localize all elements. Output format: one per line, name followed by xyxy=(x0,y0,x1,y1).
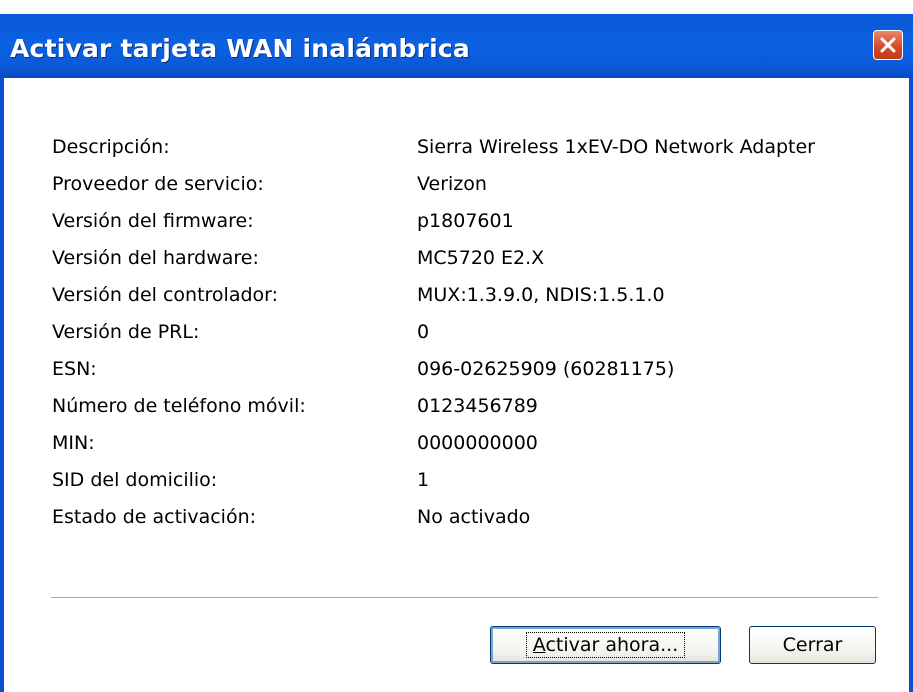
detail-value: No activado xyxy=(417,506,531,528)
detail-label: Proveedor de servicio: xyxy=(52,173,264,195)
dialog-window: Activar tarjeta WAN inalámbrica Descripc… xyxy=(0,0,913,692)
close-dialog-label: Cerrar xyxy=(782,634,843,656)
detail-value: MUX:1.3.9.0, NDIS:1.5.1.0 xyxy=(417,284,665,306)
detail-row-firmware: Versión del firmware: p1807601 xyxy=(4,210,909,240)
detail-row-description: Descripción: Sierra Wireless 1xEV-DO Net… xyxy=(4,136,909,166)
detail-value: 0000000000 xyxy=(417,432,538,454)
detail-row-provider: Proveedor de servicio: Verizon xyxy=(4,173,909,203)
title-bar[interactable]: Activar tarjeta WAN inalámbrica xyxy=(0,14,913,78)
detail-label: SID del domicilio: xyxy=(52,469,218,491)
detail-row-driver: Versión del controlador: MUX:1.3.9.0, ND… xyxy=(4,284,909,314)
detail-value: 0 xyxy=(417,321,430,343)
detail-row-min: MIN: 0000000000 xyxy=(4,432,909,462)
detail-row-hardware: Versión del hardware: MC5720 E2.X xyxy=(4,247,909,277)
window-title: Activar tarjeta WAN inalámbrica xyxy=(10,34,470,63)
detail-label: MIN: xyxy=(52,432,95,454)
detail-value: 096-02625909 (60281175) xyxy=(417,358,675,380)
detail-label: ESN: xyxy=(52,358,97,380)
detail-row-prl: Versión de PRL: 0 xyxy=(4,321,909,351)
detail-value: 0123456789 xyxy=(417,395,538,417)
window-border-right xyxy=(909,78,913,692)
dialog-body: Descripción: Sierra Wireless 1xEV-DO Net… xyxy=(4,78,909,692)
activate-now-button[interactable]: Activar ahora... xyxy=(490,626,721,664)
close-button[interactable] xyxy=(873,30,903,60)
detail-label: Versión del firmware: xyxy=(52,210,254,232)
detail-value: 1 xyxy=(417,469,430,491)
detail-row-sid: SID del domicilio: 1 xyxy=(4,469,909,499)
detail-row-activation-status: Estado de activación: No activado xyxy=(4,506,909,536)
separator xyxy=(51,597,878,599)
detail-value: MC5720 E2.X xyxy=(417,247,545,269)
detail-value: Sierra Wireless 1xEV-DO Network Adapter xyxy=(417,136,815,158)
detail-label: Versión del hardware: xyxy=(52,247,259,269)
detail-label: Descripción: xyxy=(52,136,170,158)
close-dialog-button[interactable]: Cerrar xyxy=(749,626,876,664)
detail-row-esn: ESN: 096-02625909 (60281175) xyxy=(4,358,909,388)
detail-label: Estado de activación: xyxy=(52,506,257,528)
detail-value: Verizon xyxy=(417,173,487,195)
detail-label: Número de teléfono móvil: xyxy=(52,395,306,417)
close-icon xyxy=(880,37,896,53)
detail-value: p1807601 xyxy=(417,210,514,232)
activate-now-label: Activar ahora... xyxy=(525,632,686,658)
detail-label: Versión de PRL: xyxy=(52,321,200,343)
detail-label: Versión del controlador: xyxy=(52,284,279,306)
detail-row-phone: Número de teléfono móvil: 0123456789 xyxy=(4,395,909,425)
